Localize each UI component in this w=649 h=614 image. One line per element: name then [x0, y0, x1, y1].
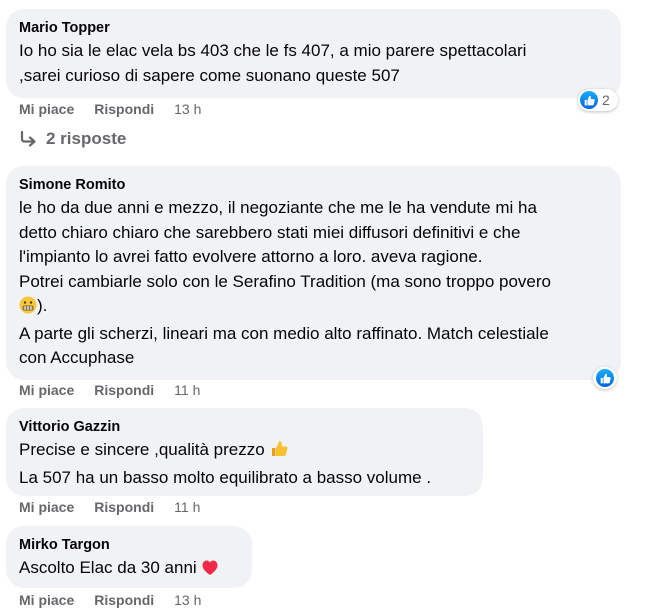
reaction-summary[interactable]	[593, 367, 617, 389]
thumbs-up-emoji-icon	[269, 438, 289, 466]
grimacing-face-icon	[19, 296, 37, 322]
thumbs-up-icon	[580, 91, 598, 109]
comment-actions: Mi piace Rispondi 11 h	[19, 382, 200, 398]
comment-author[interactable]: Mario Topper	[19, 19, 609, 38]
thumbs-up-icon	[596, 369, 614, 387]
like-button[interactable]: Mi piace	[19, 592, 74, 608]
comment-timestamp[interactable]: 13 h	[174, 101, 201, 117]
like-button[interactable]: Mi piace	[19, 101, 74, 117]
comment-timestamp[interactable]: 11 h	[174, 382, 200, 398]
reply-arrow-icon	[20, 131, 36, 147]
comment-line: Ascolto Elac da 30 anni	[19, 558, 197, 577]
comment-actions: Mi piace Rispondi 13 h	[19, 101, 201, 117]
comment-line: Io ho sia le elac vela bs 403 che le fs …	[19, 41, 527, 60]
reply-button[interactable]: Rispondi	[94, 592, 154, 608]
comment-bubble: Vittorio Gazzin Precise e sincere ,quali…	[6, 408, 483, 496]
comment-timestamp[interactable]: 13 h	[174, 592, 201, 608]
reply-button[interactable]: Rispondi	[94, 499, 154, 515]
like-button[interactable]: Mi piace	[19, 382, 74, 398]
comment-actions: Mi piace Rispondi 13 h	[19, 592, 201, 608]
like-button[interactable]: Mi piace	[19, 499, 74, 515]
reaction-count: 2	[602, 92, 610, 108]
comment-author[interactable]: Simone Romito	[19, 176, 609, 195]
comment-text: Io ho sia le elac vela bs 403 che le fs …	[19, 39, 609, 88]
comment-line: ,sarei curioso di sapere come suonano qu…	[19, 65, 400, 85]
comment-bubble: Mirko Targon Ascolto Elac da 30 anni	[6, 526, 252, 588]
comment-text: Precise e sincere ,qualità prezzo La 507…	[19, 438, 471, 490]
comment-line: A parte gli scherzi, lineari ma con medi…	[19, 323, 549, 343]
replies-label: 2 risposte	[46, 129, 127, 148]
comment-line: detto chiaro chiaro che sarebbero stati …	[19, 222, 521, 242]
comment-bubble: Mario Topper Io ho sia le elac vela bs 4…	[6, 9, 621, 98]
view-replies-link[interactable]: 2 risposte	[19, 129, 126, 149]
comment-author[interactable]: Vittorio Gazzin	[19, 418, 471, 437]
reply-button[interactable]: Rispondi	[94, 101, 154, 117]
comment-actions: Mi piace Rispondi 11 h	[19, 499, 200, 515]
heart-icon	[201, 559, 219, 584]
reply-button[interactable]: Rispondi	[94, 382, 154, 398]
comment-timestamp[interactable]: 11 h	[174, 499, 200, 515]
comment-line: con Accuphase	[19, 348, 135, 367]
comment-line: l'impianto lo avrei fatto evolvere attor…	[19, 247, 483, 266]
comment-line: ).	[37, 296, 48, 315]
comment-bubble: Simone Romito le ho da due anni e mezzo,…	[6, 166, 621, 380]
comment-line: Precise e sincere ,qualità prezzo	[19, 440, 265, 459]
comment-author[interactable]: Mirko Targon	[19, 536, 240, 555]
comment-line: le ho da due anni e mezzo, il negoziante…	[19, 198, 537, 217]
comment-text: Ascolto Elac da 30 anni	[19, 556, 240, 584]
reaction-summary[interactable]: 2	[578, 89, 618, 111]
comment-line: La 507 ha un basso molto equilibrato a b…	[19, 467, 432, 487]
comment-line: Potrei cambiarle solo con le Serafino Tr…	[19, 271, 552, 291]
comment-text: le ho da due anni e mezzo, il negoziante…	[19, 196, 609, 371]
